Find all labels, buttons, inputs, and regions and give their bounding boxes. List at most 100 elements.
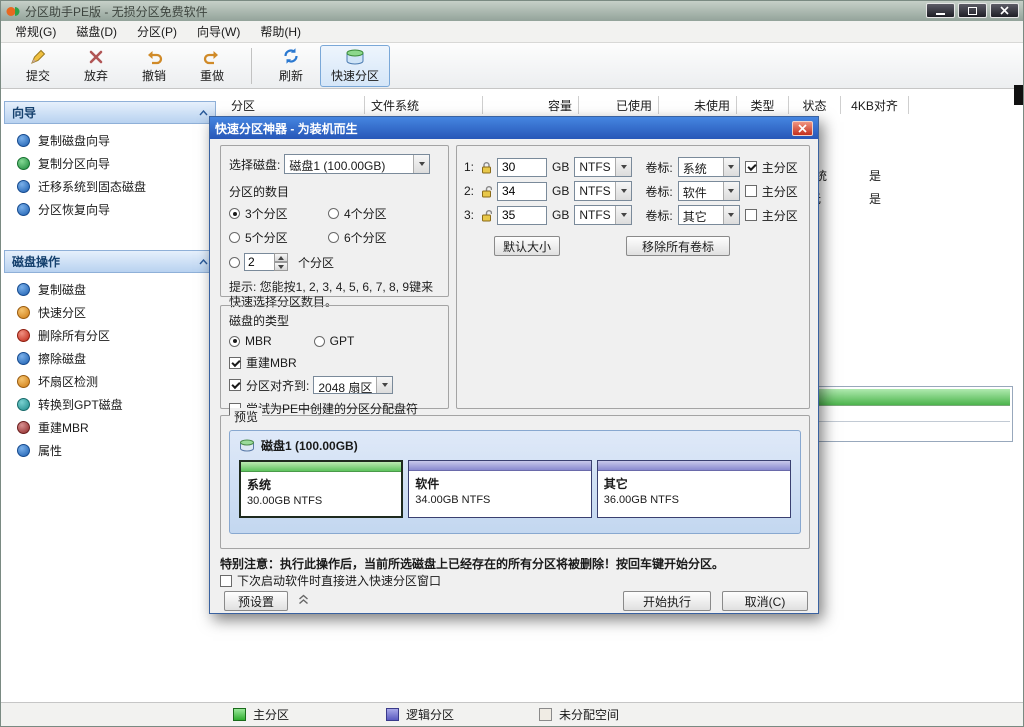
cancel-button[interactable]: 取消(C)	[722, 591, 808, 611]
filesystem-value: NTFS	[575, 182, 615, 200]
column-header-used[interactable]: 已使用	[579, 96, 659, 114]
partition-row-1: 1: GB NTFS 卷标: 系统 主分区	[464, 155, 802, 179]
radio-icon	[314, 336, 325, 347]
stepper-down-button[interactable]	[274, 262, 288, 271]
column-header-status[interactable]: 状态	[789, 96, 841, 114]
column-header-capacity[interactable]: 容量	[483, 96, 579, 114]
radio-6-partitions[interactable]: 6个分区	[328, 229, 427, 246]
discard-button[interactable]: 放弃	[67, 45, 125, 87]
default-size-button[interactable]: 默认大小	[494, 236, 560, 256]
preset-button[interactable]: 预设置	[224, 591, 288, 611]
radio-label: 5个分区	[245, 229, 288, 246]
volume-label-caption: 卷标:	[645, 207, 672, 224]
radio-icon	[328, 208, 339, 219]
filesystem-select[interactable]: NTFS	[574, 157, 632, 177]
lock-closed-icon[interactable]	[481, 161, 492, 174]
sidebar-item-label: 属性	[38, 442, 62, 459]
copy-disk-icon	[17, 283, 30, 296]
redo-button[interactable]: 重做	[183, 45, 241, 87]
volume-label-select[interactable]: 系统	[678, 157, 740, 177]
quick-partition-icon	[345, 47, 365, 65]
sidebar-item-migrate-os[interactable]: 迁移系统到固态磁盘	[4, 175, 216, 198]
custom-count-input[interactable]	[244, 253, 274, 271]
align-select[interactable]: 2048 扇区	[313, 376, 393, 394]
column-header-4kb-align[interactable]: 4KB对齐	[841, 96, 909, 114]
align-checkbox[interactable]: 分区对齐到:	[229, 377, 309, 394]
dialog-title: 快速分区神器 - 为装机而生	[215, 120, 358, 137]
preview-partition-system[interactable]: 系统 30.00GB NTFS	[239, 460, 403, 518]
sidebar-item-quick-partition[interactable]: 快速分区	[4, 301, 216, 324]
filesystem-select[interactable]: NTFS	[574, 205, 632, 225]
radio-5-partitions[interactable]: 5个分区	[229, 229, 328, 246]
sidebar-item-copy-partition-wizard[interactable]: 复制分区向导	[4, 152, 216, 175]
sidebar-item-properties[interactable]: 属性	[4, 439, 216, 462]
collapse-double-chevron-icon[interactable]	[298, 594, 309, 605]
radio-3-partitions[interactable]: 3个分区	[229, 205, 328, 222]
radio-4-partitions[interactable]: 4个分区	[328, 205, 427, 222]
radio-custom-count[interactable]	[229, 257, 240, 268]
chevron-down-icon	[615, 206, 631, 224]
menu-general[interactable]: 常规(G)	[5, 20, 66, 43]
column-header-type[interactable]: 类型	[737, 96, 789, 114]
refresh-button[interactable]: 刷新	[262, 45, 320, 87]
close-button[interactable]	[990, 3, 1019, 18]
minimize-button[interactable]	[926, 3, 955, 18]
sidebar-item-copy-disk-wizard[interactable]: 复制磁盘向导	[4, 129, 216, 152]
sidebar-item-bad-sector-check[interactable]: 坏扇区检测	[4, 370, 216, 393]
align-select-value: 2048 扇区	[314, 377, 376, 393]
preview-partition-other[interactable]: 其它 36.00GB NTFS	[597, 460, 791, 518]
undo-button[interactable]: 撤销	[125, 45, 183, 87]
preview-partition-software[interactable]: 软件 34.00GB NTFS	[408, 460, 592, 518]
maximize-button[interactable]	[958, 3, 987, 18]
sidebar-item-label: 删除所有分区	[38, 327, 110, 344]
radio-gpt[interactable]: GPT	[314, 334, 355, 348]
menu-wizard[interactable]: 向导(W)	[187, 20, 250, 43]
radio-mbr[interactable]: MBR	[229, 334, 272, 348]
sidebar-item-partition-recovery[interactable]: 分区恢复向导	[4, 198, 216, 221]
menu-bar: 常规(G) 磁盘(D) 分区(P) 向导(W) 帮助(H)	[1, 21, 1023, 43]
partition-size-input[interactable]	[497, 206, 547, 225]
primary-checkbox[interactable]: 主分区	[745, 183, 798, 200]
wizard-section-title: 向导	[12, 104, 36, 121]
primary-checkbox[interactable]: 主分区	[745, 207, 798, 224]
sidebar-item-copy-disk[interactable]: 复制磁盘	[4, 278, 216, 301]
chevron-down-icon	[615, 158, 631, 176]
volume-label-select[interactable]: 软件	[678, 181, 740, 201]
menu-disk[interactable]: 磁盘(D)	[66, 20, 127, 43]
start-button[interactable]: 开始执行	[623, 591, 711, 611]
menu-help[interactable]: 帮助(H)	[250, 20, 311, 43]
partition-size-input[interactable]	[497, 158, 547, 177]
remove-all-labels-button[interactable]: 移除所有卷标	[626, 236, 730, 256]
sidebar-section-disk-ops[interactable]: 磁盘操作	[4, 250, 216, 273]
disk-select[interactable]: 磁盘1 (100.00GB)	[284, 154, 430, 174]
submit-button[interactable]: 提交	[9, 45, 67, 87]
scrollbar-thumb[interactable]	[1014, 85, 1023, 105]
sidebar-item-label: 转换到GPT磁盘	[38, 396, 123, 413]
primary-partition-swatch-icon	[233, 708, 246, 721]
dialog-close-button[interactable]	[792, 121, 813, 136]
menu-partition[interactable]: 分区(P)	[127, 20, 187, 43]
stepper-up-button[interactable]	[274, 253, 288, 262]
sidebar-item-delete-all-partitions[interactable]: 删除所有分区	[4, 324, 216, 347]
column-header-unused[interactable]: 未使用	[659, 96, 737, 114]
skip-dialog-checkbox[interactable]: 下次启动软件时直接进入快速分区窗口	[220, 572, 441, 589]
sidebar-item-label: 复制分区向导	[38, 155, 110, 172]
column-header-filesystem[interactable]: 文件系统	[365, 96, 483, 114]
partition-name: 软件	[409, 471, 591, 492]
quick-partition-button[interactable]: 快速分区	[320, 45, 390, 87]
volume-label-select[interactable]: 其它	[678, 205, 740, 225]
column-header-partition[interactable]: 分区	[225, 96, 365, 114]
collapse-chevron-icon[interactable]	[199, 259, 208, 265]
lock-open-icon[interactable]	[481, 209, 492, 222]
sidebar-section-wizard[interactable]: 向导	[4, 101, 216, 124]
sidebar-item-wipe-disk[interactable]: 擦除磁盘	[4, 347, 216, 370]
partition-size-input[interactable]	[497, 182, 547, 201]
custom-count-stepper[interactable]	[244, 253, 288, 271]
collapse-chevron-icon[interactable]	[199, 110, 208, 116]
rebuild-mbr-checkbox[interactable]: 重建MBR	[229, 354, 440, 371]
sidebar-item-rebuild-mbr[interactable]: 重建MBR	[4, 416, 216, 439]
lock-open-icon[interactable]	[481, 185, 492, 198]
sidebar-item-convert-gpt[interactable]: 转换到GPT磁盘	[4, 393, 216, 416]
filesystem-select[interactable]: NTFS	[574, 181, 632, 201]
primary-checkbox[interactable]: 主分区	[745, 159, 798, 176]
